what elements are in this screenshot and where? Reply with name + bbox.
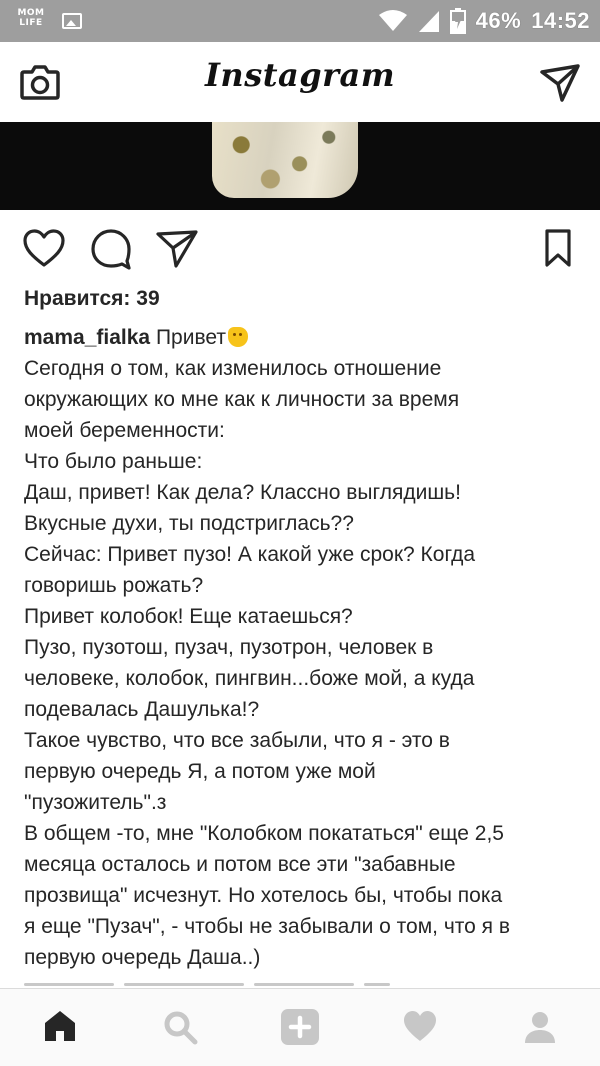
- caption-line: Вкусные духи, ты подстриглась??: [24, 512, 354, 535]
- caption-line: говоришь рожать?: [24, 574, 204, 597]
- caption-line: Пузо, пузотош, пузач, пузотрон, человек …: [24, 636, 434, 659]
- top-app-bar: Instagram: [0, 42, 600, 123]
- caption-line: Что было раньше:: [24, 450, 203, 473]
- home-icon[interactable]: [42, 1009, 78, 1048]
- caption-line: "пузожитель".з: [24, 791, 167, 814]
- caption-line: Сегодня о том, как изменилось отношение: [24, 357, 442, 380]
- caption-line: Привет колобок! Еще катаешься?: [24, 605, 353, 628]
- caption-line: первую очередь Даша..): [24, 946, 261, 969]
- bottom-navigation: [0, 988, 600, 1066]
- post-caption: mama_fialka Привет Сегодня о том, как из…: [24, 322, 584, 973]
- caption-line: первую очередь Я, а потом уже мой: [24, 760, 376, 783]
- comment-icon[interactable]: [90, 228, 132, 275]
- photo-dress-figure: [212, 122, 358, 198]
- post-photo[interactable]: [0, 122, 600, 210]
- caption-greeting: Привет: [155, 326, 226, 349]
- caption-line: моей беременности:: [24, 419, 225, 442]
- caption-line: Даш, привет! Как дела? Классно выглядишь…: [24, 481, 461, 504]
- waving-hand-emoji-icon: [227, 327, 248, 347]
- caption-line: В общем -то, мне "Колобком покататься" е…: [24, 822, 504, 845]
- battery-percent: 46%: [475, 8, 522, 33]
- share-icon[interactable]: [156, 228, 198, 275]
- caption-line: подевалась Дашулька!?: [24, 698, 260, 721]
- battery-icon: [449, 8, 466, 34]
- instagram-logo: Instagram: [204, 56, 396, 94]
- caption-line: я еще "Пузач", - чтобы не забывали о том…: [24, 915, 511, 938]
- profile-icon[interactable]: [522, 1009, 558, 1050]
- clock: 14:52: [531, 8, 590, 33]
- caption-line: окружающих ко мне как к личности за врем…: [24, 388, 460, 411]
- activity-heart-icon[interactable]: [402, 1009, 438, 1048]
- wifi-icon: [378, 10, 407, 31]
- post-actions: [0, 210, 600, 284]
- bookmark-icon[interactable]: [544, 228, 572, 273]
- likes-count[interactable]: Нравится: 39: [24, 287, 160, 311]
- caption-line: Такое чувство, что все забыли, что я - э…: [24, 729, 450, 752]
- caption-line: Сейчас: Привет пузо! А какой уже срок? К…: [24, 543, 476, 566]
- search-icon[interactable]: [162, 1009, 198, 1050]
- status-bar: MOM LIFE 46% 14:52: [0, 0, 600, 42]
- caption-first-line: mama_fialka Привет: [24, 322, 584, 353]
- add-icon[interactable]: [280, 1009, 320, 1050]
- signal-icon: [418, 11, 439, 32]
- image-notification-icon: [62, 13, 82, 29]
- momlife-app-icon: MOM LIFE: [17, 8, 45, 28]
- caption-line: человеке, колобок, пингвин...боже мой, а…: [24, 667, 475, 690]
- caption-username[interactable]: mama_fialka: [24, 326, 150, 349]
- direct-send-icon[interactable]: [540, 64, 580, 107]
- heart-icon[interactable]: [22, 228, 66, 273]
- caption-line: прозвища" исчезнут. Но хотелось бы, чтоб…: [24, 884, 503, 907]
- caption-line: месяца осталось и потом все эти "забавны…: [24, 853, 456, 876]
